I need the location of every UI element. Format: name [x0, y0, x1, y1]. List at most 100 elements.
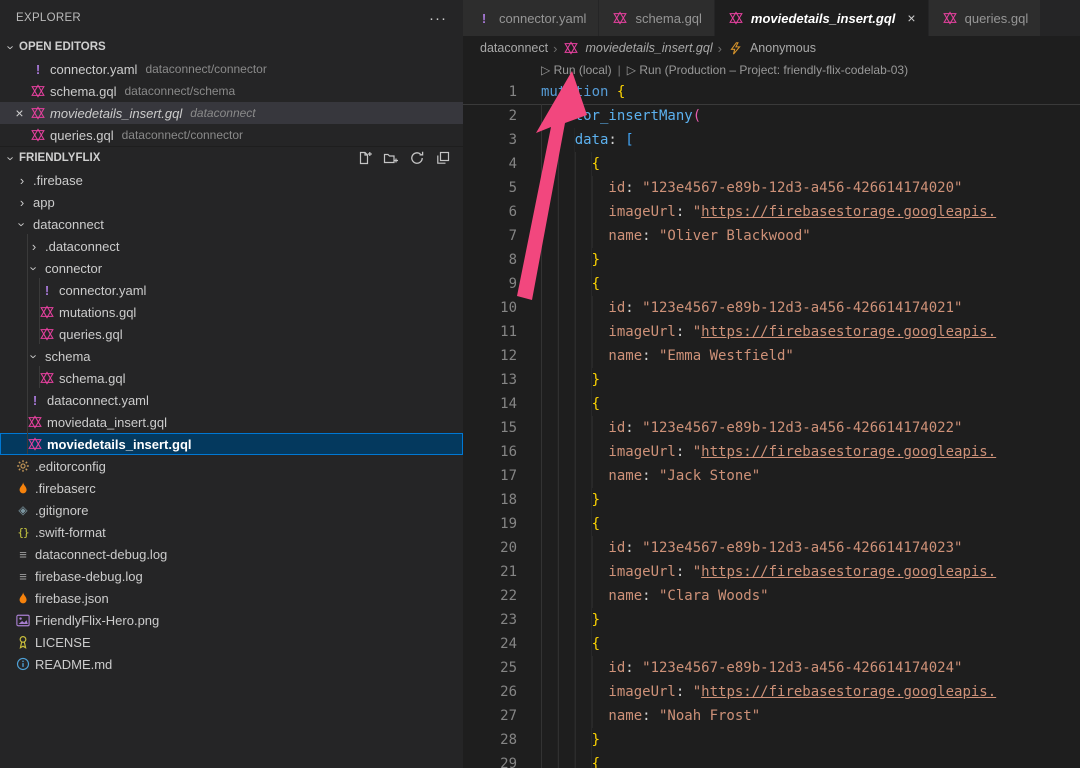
tree-item-LICENSE[interactable]: LICENSE [0, 631, 463, 653]
code-line[interactable]: 2actor_insertMany( [463, 104, 1080, 128]
tree-item-dataconnect-debug.log[interactable]: ≡dataconnect-debug.log [0, 543, 463, 565]
code-line[interactable]: 7name: "Oliver Blackwood" [463, 224, 1080, 248]
tree-item-firebase-debug.log[interactable]: ≡firebase-debug.log [0, 565, 463, 587]
code-line[interactable]: 1mutation { [463, 80, 1080, 104]
code-line[interactable]: 10id: "123e4567-e89b-12d3-a456-426614174… [463, 296, 1080, 320]
file-tree: ›.firebase›app›dataconnect›.dataconnect›… [0, 169, 463, 675]
open-editors-header[interactable]: › OPEN EDITORS [0, 36, 463, 58]
tab-connector.yaml[interactable]: !connector.yaml [463, 0, 599, 36]
new-file-icon[interactable] [357, 150, 373, 166]
tree-item-.gitignore[interactable]: ◈.gitignore [0, 499, 463, 521]
code-text: data: [ [541, 128, 634, 152]
code-token: { [592, 156, 600, 172]
breadcrumb-item-Anonymous[interactable]: Anonymous [750, 41, 816, 55]
explorer-title: EXPLORER [16, 12, 81, 24]
tree-item-.firebase[interactable]: ›.firebase [0, 169, 463, 191]
code-line[interactable]: 29{ [463, 752, 1080, 768]
open-editor-queries.gql[interactable]: queries.gqldataconnect/connector [0, 124, 463, 146]
tree-item-mutations.gql[interactable]: mutations.gql [0, 301, 463, 323]
code-line[interactable]: 23} [463, 608, 1080, 632]
close-icon[interactable]: × [907, 10, 915, 26]
tree-item-firebase.json[interactable]: firebase.json [0, 587, 463, 609]
tree-item-connector.yaml[interactable]: !connector.yaml [0, 279, 463, 301]
tree-item-queries.gql[interactable]: queries.gql [0, 323, 463, 345]
tree-item-.editorconfig[interactable]: .editorconfig [0, 455, 463, 477]
line-number: 26 [463, 680, 517, 704]
tree-item-label: firebase.json [35, 591, 109, 606]
tree-item-.firebaserc[interactable]: .firebaserc [0, 477, 463, 499]
tab-schema.gql[interactable]: schema.gql [599, 0, 714, 36]
open-editor-path: dataconnect/connector [122, 128, 243, 142]
code-token: " [693, 324, 701, 340]
workspace-label: FRIENDLYFLIX [19, 152, 100, 164]
indent-guides [541, 464, 608, 488]
code-line[interactable]: 3data: [ [463, 128, 1080, 152]
code-text: name: "Jack Stone" [541, 464, 760, 488]
code-line[interactable]: 18} [463, 488, 1080, 512]
code-token: : [625, 180, 642, 196]
tree-item-README.md[interactable]: README.md [0, 653, 463, 675]
code-line[interactable]: 21imageUrl: "https://firebasestorage.goo… [463, 560, 1080, 584]
collapse-folders-icon[interactable] [435, 150, 451, 166]
code-line[interactable]: 19{ [463, 512, 1080, 536]
run-local-link[interactable]: ▷ Run (local) [541, 63, 612, 77]
code-text: { [541, 152, 600, 176]
code-text: imageUrl: "https://firebasestorage.googl… [541, 440, 996, 464]
code-line[interactable]: 6imageUrl: "https://firebasestorage.goog… [463, 200, 1080, 224]
tree-item-schema[interactable]: ›schema [0, 345, 463, 367]
code-line[interactable]: 17name: "Jack Stone" [463, 464, 1080, 488]
code-line[interactable]: 28} [463, 728, 1080, 752]
close-icon[interactable]: × [10, 105, 29, 121]
code-line[interactable]: 26imageUrl: "https://firebasestorage.goo… [463, 680, 1080, 704]
code-line[interactable]: 24{ [463, 632, 1080, 656]
code-line[interactable]: 8} [463, 248, 1080, 272]
code-line[interactable]: 5id: "123e4567-e89b-12d3-a456-4266141740… [463, 176, 1080, 200]
open-editor-moviedetails_insert.gql[interactable]: ×moviedetails_insert.gqldataconnect [0, 102, 463, 124]
graphql-icon [727, 11, 745, 25]
code-line[interactable]: 25id: "123e4567-e89b-12d3-a456-426614174… [463, 656, 1080, 680]
indent-guides [541, 176, 608, 200]
code-line[interactable]: 16imageUrl: "https://firebasestorage.goo… [463, 440, 1080, 464]
tree-item-connector[interactable]: ›connector [0, 257, 463, 279]
code-text: } [541, 368, 600, 392]
tree-item-schema.gql[interactable]: schema.gql [0, 367, 463, 389]
tree-item-dataconnect[interactable]: ›dataconnect [0, 213, 463, 235]
breadcrumb-item-dataconnect[interactable]: dataconnect [480, 41, 548, 55]
more-actions-icon[interactable]: ··· [429, 10, 447, 27]
code-token: } [592, 252, 600, 268]
tree-item-moviedetails_insert.gql[interactable]: moviedetails_insert.gql [0, 433, 463, 455]
tab-queries.gql[interactable]: queries.gql [929, 0, 1042, 36]
code-token: : [676, 684, 693, 700]
explorer-header: EXPLORER ··· [0, 0, 463, 36]
tree-item-FriendlyFlix-Hero.png[interactable]: FriendlyFlix-Hero.png [0, 609, 463, 631]
tree-item-app[interactable]: ›app [0, 191, 463, 213]
code-line[interactable]: 15id: "123e4567-e89b-12d3-a456-426614174… [463, 416, 1080, 440]
code-line[interactable]: 13} [463, 368, 1080, 392]
refresh-explorer-icon[interactable] [409, 150, 425, 166]
code-line[interactable]: 27name: "Noah Frost" [463, 704, 1080, 728]
code-area[interactable]: 1mutation {2actor_insertMany(3data: [4{5… [463, 80, 1080, 768]
code-line[interactable]: 4{ [463, 152, 1080, 176]
breadcrumb-item-moviedetails_insert.gql[interactable]: moviedetails_insert.gql [585, 41, 712, 55]
code-line[interactable]: 12name: "Emma Westfield" [463, 344, 1080, 368]
tree-item-.dataconnect[interactable]: ›.dataconnect [0, 235, 463, 257]
open-editor-schema.gql[interactable]: schema.gqldataconnect/schema [0, 80, 463, 102]
open-editor-connector.yaml[interactable]: !connector.yamldataconnect/connector [0, 58, 463, 80]
line-number: 21 [463, 560, 517, 584]
new-folder-icon[interactable] [383, 150, 399, 166]
workspace-header[interactable]: › FRIENDLYFLIX [0, 146, 463, 169]
code-token: ( [693, 108, 701, 124]
run-production-link[interactable]: ▷ Run (Production – Project: friendly-fl… [627, 63, 908, 77]
code-line[interactable]: 14{ [463, 392, 1080, 416]
code-line[interactable]: 9{ [463, 272, 1080, 296]
code-line[interactable]: 20id: "123e4567-e89b-12d3-a456-426614174… [463, 536, 1080, 560]
tab-moviedetails_insert.gql[interactable]: moviedetails_insert.gql× [715, 0, 929, 36]
code-text: mutation { [541, 80, 625, 104]
tree-item-dataconnect.yaml[interactable]: !dataconnect.yaml [0, 389, 463, 411]
indent-guides [541, 248, 592, 272]
open-editor-label: connector.yaml [50, 62, 137, 77]
code-line[interactable]: 22name: "Clara Woods" [463, 584, 1080, 608]
tree-item-.swift-format[interactable]: {}.swift-format [0, 521, 463, 543]
code-line[interactable]: 11imageUrl: "https://firebasestorage.goo… [463, 320, 1080, 344]
tree-item-moviedata_insert.gql[interactable]: moviedata_insert.gql [0, 411, 463, 433]
